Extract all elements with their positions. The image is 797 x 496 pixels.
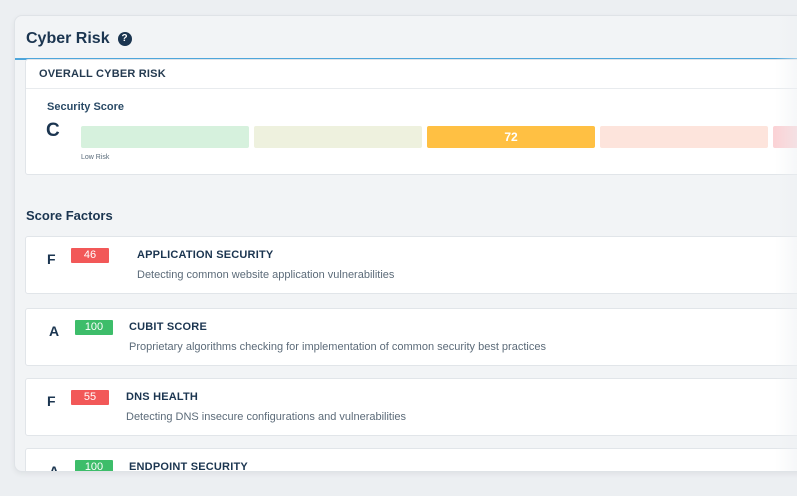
cyber-risk-panel: Cyber Risk ? OVERALL CYBER RISK Security… — [14, 15, 797, 472]
factor-score-badge: 46 — [71, 248, 109, 263]
score-factors-heading: Score Factors — [26, 208, 113, 223]
low-risk-label: Low Risk — [81, 154, 110, 161]
factor-description: Detecting DNS insecure configurations an… — [126, 411, 407, 423]
overall-cyber-risk-card: OVERALL CYBER RISK Security Score C 72 L… — [25, 59, 797, 175]
score-segment-4 — [600, 126, 768, 148]
factor-grade: A — [49, 323, 60, 339]
factor-grade: F — [47, 393, 56, 409]
factor-description: Detecting common website application vul… — [137, 269, 395, 281]
factor-description: Proprietary algorithms checking for impl… — [129, 341, 546, 353]
score-segment-5 — [773, 126, 797, 148]
panel-title: Cyber Risk ? — [26, 30, 132, 48]
overall-grade: C — [46, 120, 60, 141]
overall-header: OVERALL CYBER RISK — [26, 60, 797, 89]
help-icon[interactable]: ? — [117, 32, 132, 46]
factor-score-badge: 55 — [71, 390, 109, 405]
factor-title: CUBIT SCORE — [129, 321, 207, 333]
factor-title: ENDPOINT SECURITY — [129, 461, 248, 472]
score-segment-active: 72 — [427, 126, 595, 148]
factor-row[interactable]: F 46 APPLICATION SECURITY Detecting comm… — [25, 236, 797, 294]
panel-title-text: Cyber Risk — [26, 30, 110, 47]
factor-score-badge: 100 — [75, 460, 113, 471]
factor-title: APPLICATION SECURITY — [137, 249, 274, 261]
security-score-label: Security Score — [47, 101, 125, 113]
factor-row[interactable]: A 100 CUBIT SCORE Proprietary algorithms… — [25, 308, 797, 366]
factor-grade: F — [47, 251, 56, 267]
factor-row[interactable]: F 55 DNS HEALTH Detecting DNS insecure c… — [25, 378, 797, 436]
score-segment-1 — [81, 126, 249, 148]
factor-score-badge: 100 — [75, 320, 113, 335]
score-segment-2 — [254, 126, 422, 148]
factor-title: DNS HEALTH — [126, 391, 199, 403]
factor-grade: A — [49, 463, 60, 472]
factor-row[interactable]: A 100 ENDPOINT SECURITY — [25, 448, 797, 472]
